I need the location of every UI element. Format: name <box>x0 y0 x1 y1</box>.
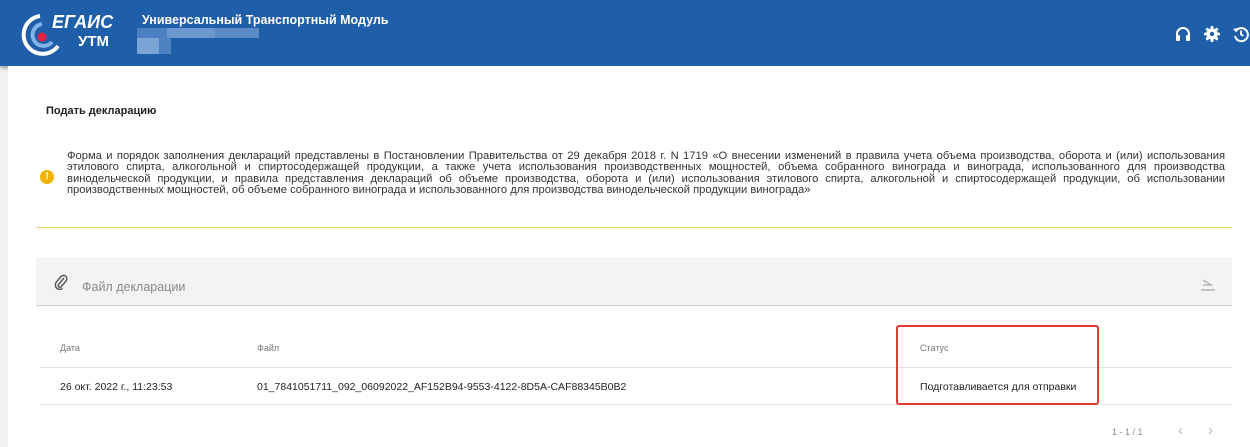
page-title: Подать декларацию <box>46 105 157 117</box>
history-icon[interactable] <box>1232 25 1250 43</box>
column-header-date[interactable]: Дата <box>60 343 80 353</box>
egais-logo[interactable]: ЕГАИС УТМ <box>18 8 130 58</box>
app-title: Универсальный Транспортный Модуль <box>142 13 389 27</box>
svg-text:ЕГАИС: ЕГАИС <box>52 12 114 32</box>
send-icon[interactable] <box>1200 278 1216 292</box>
cell-file[interactable]: 01_7841051711_092_06092022_AF152B94-9553… <box>257 381 626 393</box>
pagination-range: 1 - 1 / 1 <box>1112 427 1143 437</box>
declaration-file-upload[interactable]: Файл декларации <box>36 258 1232 306</box>
column-header-file[interactable]: Файл <box>257 343 279 353</box>
notice-divider <box>36 227 1232 228</box>
pagination-next-button[interactable]: › <box>1208 423 1213 438</box>
app-header: ЕГАИС УТМ Универсальный Транспортный Мод… <box>0 0 1250 66</box>
status-column-highlight <box>896 325 1099 405</box>
gear-icon[interactable] <box>1203 25 1221 43</box>
paperclip-icon[interactable] <box>54 274 68 290</box>
file-input-placeholder[interactable]: Файл декларации <box>82 280 185 294</box>
declaration-notice: Форма и порядок заполнения деклараций пр… <box>67 150 1225 197</box>
pagination-prev-button[interactable]: ‹ <box>1178 423 1183 438</box>
warning-icon: ! <box>40 170 54 184</box>
headset-icon[interactable] <box>1174 25 1192 43</box>
cell-date: 26 окт. 2022 г., 11:23:53 <box>60 381 173 393</box>
redacted-organization-name <box>137 28 259 56</box>
svg-text:УТМ: УТМ <box>78 33 109 50</box>
